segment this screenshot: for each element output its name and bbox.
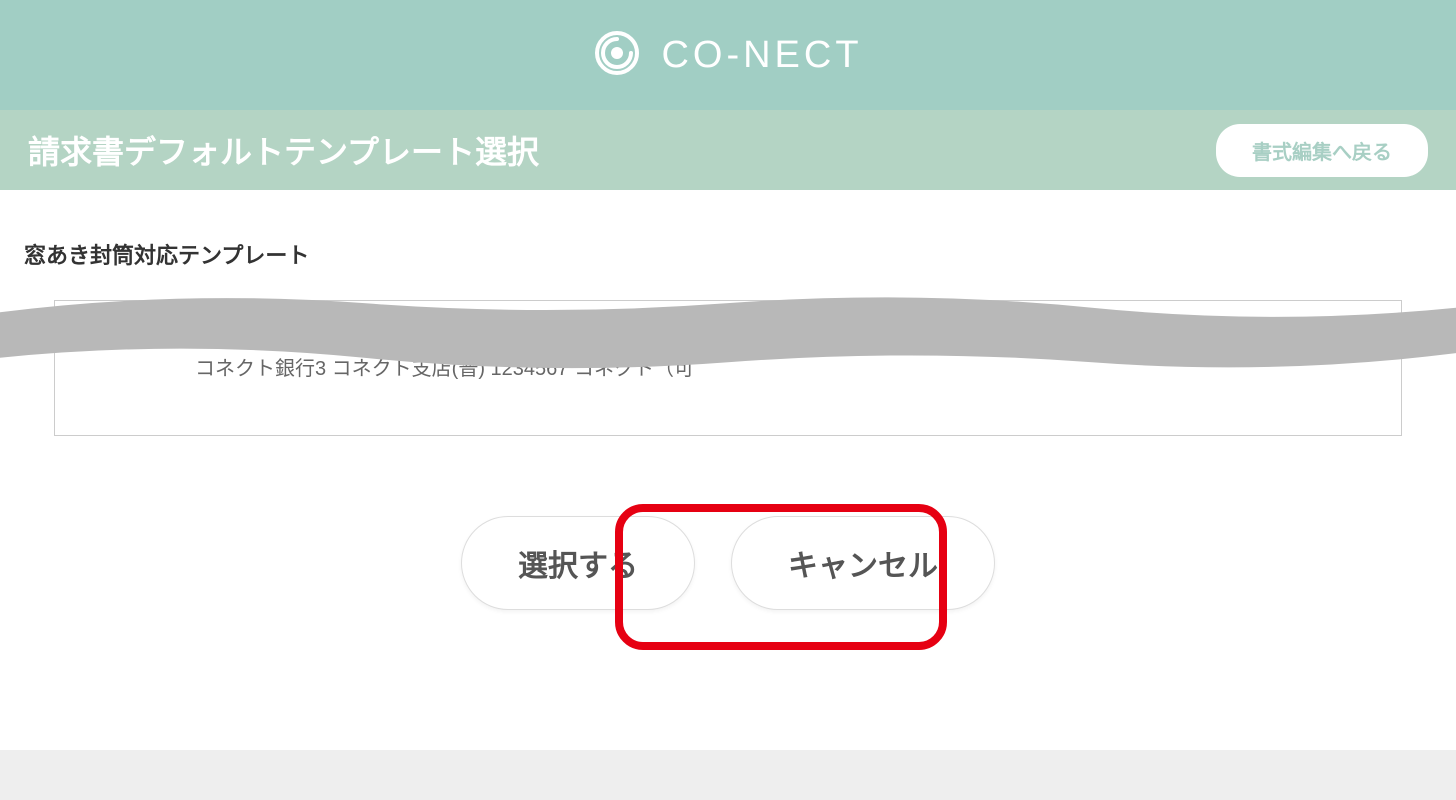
back-to-format-edit-button[interactable]: 書式編集へ戻る: [1216, 124, 1428, 177]
footer-bar: [0, 750, 1456, 800]
cancel-button[interactable]: キャンセル: [731, 516, 995, 610]
bank-info-line-2: コネクト銀行3 コネクト支店(普) 1234567 コネクト（可: [55, 353, 1401, 385]
select-button[interactable]: 選択する: [461, 516, 695, 610]
section-title: 窓あき封筒対応テンプレート: [24, 238, 1432, 270]
action-button-row: 選択する キャンセル: [24, 436, 1432, 650]
logo-container: CO-NECT: [593, 29, 862, 82]
main-content: 窓あき封筒対応テンプレート コネクト銀行2 コネクト支店(普) 1234567 …: [0, 190, 1456, 650]
page-title: 請求書デフォルトテンプレート選択: [28, 127, 539, 173]
page-subheader: 請求書デフォルトテンプレート選択 書式編集へ戻る: [0, 110, 1456, 190]
app-header: CO-NECT: [0, 0, 1456, 110]
logo-icon: [593, 29, 641, 82]
template-preview-box: コネクト銀行2 コネクト支店(普) 1234567 コネクト（可 コネクト銀行3…: [54, 300, 1402, 436]
bank-info-line-1: コネクト銀行2 コネクト支店(普) 1234567 コネクト（可: [55, 321, 1401, 353]
brand-name: CO-NECT: [661, 34, 862, 77]
